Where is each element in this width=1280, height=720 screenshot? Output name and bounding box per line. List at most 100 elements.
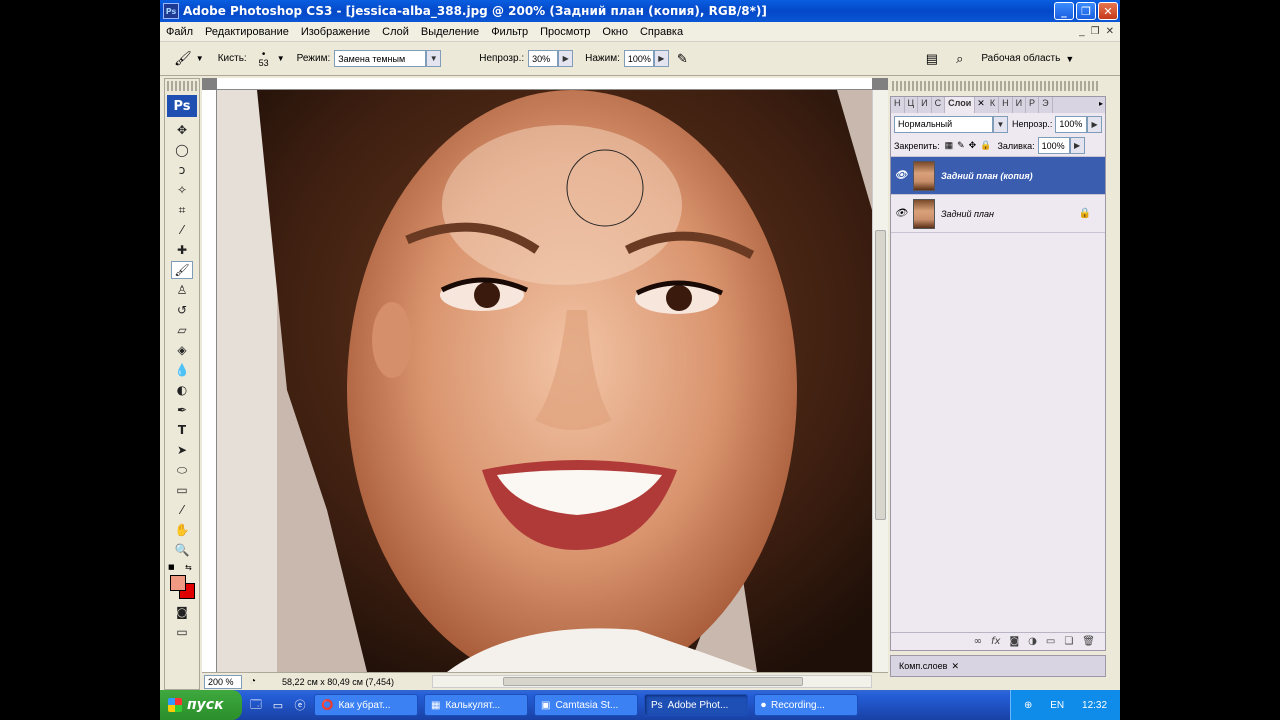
menu-window[interactable]: Окно [596,26,634,38]
visibility-eye-icon[interactable]: 👁 [891,170,911,181]
opacity-input[interactable]: 30% [528,50,559,67]
fill-input[interactable]: 100% [1037,137,1070,154]
vertical-scroll-thumb[interactable] [875,230,886,520]
doc-close-icon[interactable]: ✕ [1106,26,1114,37]
blend-mode-select[interactable]: Нормальный [894,115,994,133]
pen-tool-icon[interactable]: ✒ [171,401,193,419]
minimize-button[interactable]: _ [1054,2,1074,20]
task-browser[interactable]: ⭕ Как убрат... [314,694,418,716]
quick-mask-icon[interactable]: ◙ [171,603,193,621]
title-bar[interactable]: Ps Adobe Photoshop CS3 - [jessica-alba_3… [160,0,1120,22]
brush-tool-icon[interactable]: 🖌 [171,261,193,279]
task-calculator[interactable]: ▦ Калькулят... [424,694,528,716]
move-tool-icon[interactable]: ✥ [171,121,193,139]
quicklaunch-explorer-icon[interactable]: 🗔 [248,697,264,713]
slice-tool-icon[interactable]: ⁄ [171,221,193,239]
flow-slider-icon[interactable]: ▶ [653,50,669,67]
network-icon[interactable]: ⊕ [1024,700,1032,711]
menu-filter[interactable]: Фильтр [485,26,534,38]
language-indicator[interactable]: EN [1050,700,1064,711]
horizontal-scrollbar[interactable] [432,675,872,688]
paint-bucket-tool-icon[interactable]: ◈ [171,341,193,359]
clock[interactable]: 12:32 [1082,700,1107,711]
layer-style-icon[interactable]: fx [991,636,1000,647]
marquee-tool-icon[interactable]: ◯ [171,141,193,159]
task-recording[interactable]: ⏺ Recording... [754,694,858,716]
shape-tool-icon[interactable]: ⬭ [171,461,193,479]
workspace-menu[interactable]: Рабочая область [981,53,1060,64]
lock-pixels-icon[interactable]: ✎ [957,140,965,151]
layer-row-background[interactable]: 👁 Задний план 🔒 [891,195,1105,233]
tab-paths[interactable]: Н [999,97,1013,113]
default-colors-icon[interactable]: ■ [168,563,175,571]
opacity-slider-icon[interactable]: ▶ [558,50,574,67]
healing-brush-tool-icon[interactable]: ✚ [171,241,193,259]
tab-history[interactable]: И [918,97,932,113]
delete-layer-icon[interactable]: 🗑 [1082,636,1095,647]
task-photoshop[interactable]: Ps Adobe Phot... [644,694,748,716]
notes-tool-icon[interactable]: ▭ [171,481,193,499]
quicklaunch-show-desktop-icon[interactable]: ▭ [270,697,286,713]
dodge-tool-icon[interactable]: ◐ [171,381,193,399]
tab-channels[interactable]: К [987,97,1000,113]
adjustment-layer-icon[interactable]: ◑ [1028,636,1037,647]
lock-transparency-icon[interactable]: ▦ [945,140,954,151]
screen-mode-icon[interactable]: ▭ [171,623,193,641]
status-menu-icon[interactable]: ◔ [250,676,256,687]
brush-size-picker[interactable]: • 53 [253,49,275,68]
close-button[interactable]: ✕ [1098,2,1118,20]
flow-input[interactable]: 100% [623,50,654,67]
menu-help[interactable]: Справка [634,26,689,38]
task-camtasia[interactable]: ▣ Camtasia St... [534,694,638,716]
vertical-scrollbar[interactable] [872,90,888,672]
panel-menu-icon[interactable]: ▸ [1097,97,1105,113]
doc-restore-icon[interactable]: ❐ [1091,26,1100,37]
menu-image[interactable]: Изображение [295,26,376,38]
tab-layers[interactable]: Слои [945,97,976,113]
clone-stamp-tool-icon[interactable]: ♙ [171,281,193,299]
fill-slider-icon[interactable]: ▶ [1069,137,1085,154]
new-layer-icon[interactable]: ❏ [1064,636,1073,647]
tab-color[interactable]: Ц [905,97,919,113]
foreground-color-swatch[interactable] [170,575,186,591]
bridge-icon[interactable]: ⌕ [956,51,963,67]
tab-brushes[interactable]: Р [1026,97,1040,113]
menu-view[interactable]: Просмотр [534,26,596,38]
preset-dropdown-icon[interactable]: ▼ [196,54,204,63]
visibility-eye-icon[interactable]: 👁 [891,208,911,219]
tab-layer-comps[interactable]: Комп.слоев [899,661,947,671]
start-button[interactable]: пуск [160,690,242,720]
tab-actions[interactable]: Э [1039,97,1053,113]
mode-select[interactable]: Замена темным [334,50,427,67]
blend-dropdown-icon[interactable]: ▼ [993,115,1008,133]
tab-navigator[interactable]: Н [891,97,905,113]
menu-edit[interactable]: Редактирование [199,26,295,38]
lock-position-icon[interactable]: ✥ [969,140,977,151]
tab-close-icon[interactable]: ✕ [975,97,987,113]
layer-row-background-copy[interactable]: 👁 Задний план (копия) [891,157,1105,195]
tab-styles[interactable]: С [932,97,946,113]
magic-wand-tool-icon[interactable]: ✧ [171,181,193,199]
maximize-button[interactable]: ❐ [1076,2,1096,20]
brush-tool-preset-icon[interactable]: 🖌 [174,50,192,67]
history-brush-tool-icon[interactable]: ↺ [171,301,193,319]
layer-mask-icon[interactable]: ◙ [1009,636,1019,647]
mode-dropdown-icon[interactable]: ▼ [426,50,442,67]
lock-all-icon[interactable]: 🔒 [980,140,991,151]
layer-opacity-input[interactable]: 100% [1055,115,1088,133]
zoom-tool-icon[interactable]: 🔍 [171,541,193,559]
swap-colors-icon[interactable]: ⇆ [185,563,192,572]
layer-opacity-slider-icon[interactable]: ▶ [1087,115,1103,133]
hand-tool-icon[interactable]: ✋ [171,521,193,539]
eraser-tool-icon[interactable]: ▱ [171,321,193,339]
menu-layer[interactable]: Слой [376,26,415,38]
lasso-tool-icon[interactable]: ↄ [171,161,193,179]
comps-close-icon[interactable]: ✕ [951,661,959,672]
workspace-dropdown-icon[interactable]: ▼ [1065,54,1074,64]
quicklaunch-ie-icon[interactable]: ⓔ [292,697,308,713]
doc-minimize-icon[interactable]: _ [1079,26,1085,37]
image-canvas[interactable] [217,90,872,672]
zoom-level-field[interactable]: 200 % [204,674,242,689]
crop-tool-icon[interactable]: ⌗ [171,201,193,219]
airbrush-icon[interactable]: ✎ [677,51,688,67]
